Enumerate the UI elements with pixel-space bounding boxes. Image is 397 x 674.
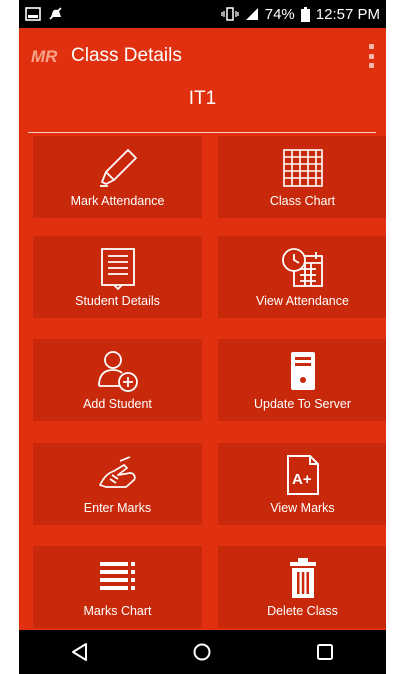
view-marks-tile[interactable]: A+ View Marks [218, 443, 386, 525]
navigation-bar [19, 630, 386, 674]
svg-text:MR: MR [31, 47, 58, 65]
tile-label: View Marks [270, 501, 335, 515]
add-user-icon [97, 351, 138, 392]
phone-screen: 74% 12:57 PM MR Class Details IT1 Mark A… [19, 0, 386, 674]
overflow-menu-button[interactable] [366, 44, 376, 68]
class-chart-tile[interactable]: Class Chart [218, 136, 386, 218]
app-title: Class Details [71, 45, 182, 66]
update-to-server-tile[interactable]: Update To Server [218, 339, 386, 421]
tile-label: View Attendance [256, 294, 349, 308]
status-time: 12:57 PM [315, 5, 380, 23]
grade-document-icon: A+ [286, 455, 319, 495]
status-left [25, 6, 65, 22]
app-bar: MR Class Details [19, 28, 386, 84]
battery-percent: 74% [264, 5, 295, 23]
battery-icon [300, 6, 310, 22]
status-right: 74% 12:57 PM [221, 6, 380, 23]
tile-label: Class Chart [269, 194, 336, 208]
tile-label: Mark Attendance [70, 194, 165, 208]
mr-logo-icon: MR [31, 47, 58, 65]
tile-label: Student Details [75, 294, 160, 308]
divider [28, 132, 376, 133]
svg-text:A+: A+ [292, 471, 312, 488]
signal-icon [245, 8, 258, 20]
mute-notification-icon [49, 7, 62, 20]
writing-hand-icon [98, 456, 136, 488]
view-attendance-tile[interactable]: View Attendance [218, 236, 386, 318]
dot-icon [368, 63, 374, 68]
student-details-tile[interactable]: Student Details [33, 236, 202, 318]
dot-icon [368, 53, 374, 59]
marks-chart-tile[interactable]: Marks Chart [33, 546, 202, 628]
add-student-tile[interactable]: Add Student [33, 339, 202, 421]
tile-label: Add Student [83, 397, 152, 411]
mark-attendance-tile[interactable]: Mark Attendance [33, 136, 202, 218]
document-list-icon [100, 248, 135, 290]
enter-marks-tile[interactable]: Enter Marks [33, 443, 202, 525]
tile-label: Marks Chart [83, 604, 152, 618]
server-icon [290, 352, 315, 390]
grid-table-icon [282, 149, 323, 187]
list-bullets-icon [99, 562, 135, 590]
app-logo: MR [31, 45, 69, 67]
delete-class-tile[interactable]: Delete Class [218, 546, 386, 628]
tile-label: Update To Server [253, 397, 352, 411]
recents-icon[interactable] [315, 642, 335, 662]
dot-icon [368, 44, 374, 49]
home-icon[interactable] [192, 642, 212, 662]
back-icon[interactable] [70, 642, 90, 662]
class-name-heading: IT1 [188, 88, 217, 109]
status-bar: 74% 12:57 PM [19, 0, 386, 28]
trash-icon [289, 558, 316, 598]
gallery-notification-icon [25, 7, 41, 21]
calendar-clock-icon [281, 248, 323, 287]
tile-label: Delete Class [267, 604, 338, 618]
tile-label: Enter Marks [83, 501, 152, 515]
highlighter-icon [99, 149, 137, 187]
vibrate-icon [221, 7, 239, 21]
